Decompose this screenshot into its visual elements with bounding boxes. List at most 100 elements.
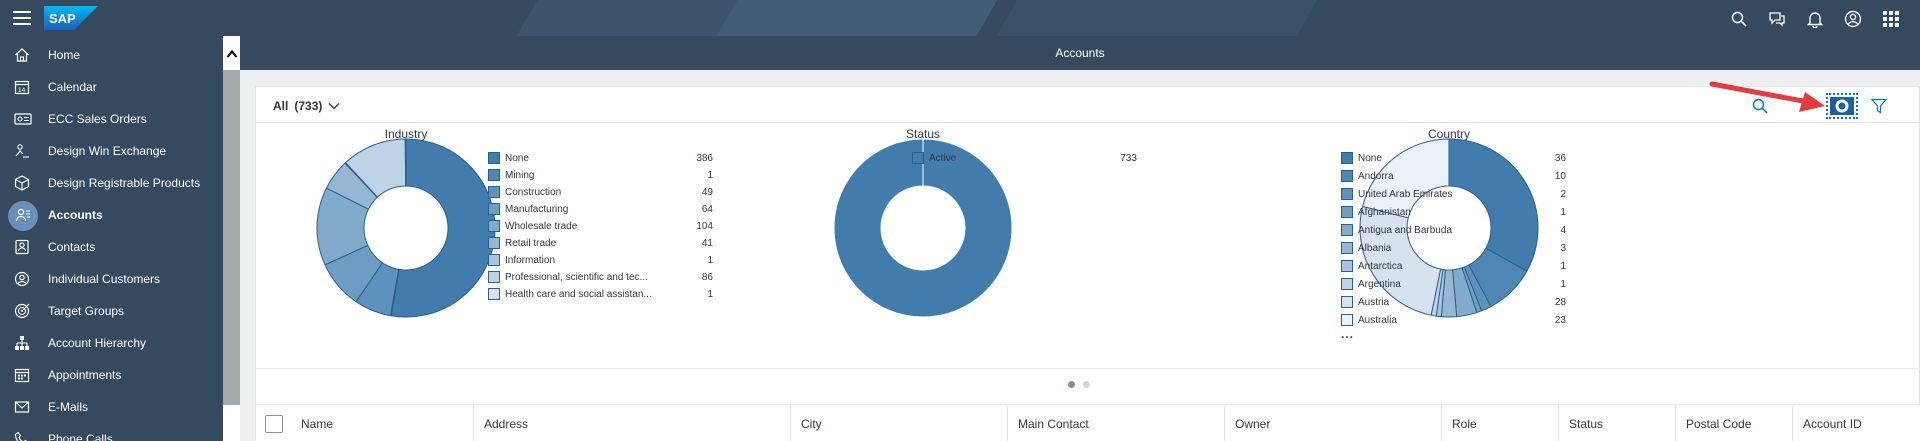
- legend-item[interactable]: Information 1: [488, 253, 713, 267]
- legend-label: Albania: [1358, 242, 1392, 254]
- sidebar-item-design-win-exchange[interactable]: Design Win Exchange: [0, 136, 223, 166]
- sidebar-item-individual-customers[interactable]: Individual Customers: [0, 264, 223, 294]
- legend-more-indicator[interactable]: ...: [1341, 327, 1354, 341]
- column-header-city[interactable]: City: [791, 405, 1008, 441]
- donut-slice[interactable]: [390, 138, 496, 318]
- sidebar-item-calendar[interactable]: 14 Calendar: [0, 72, 223, 102]
- chart-divider: [256, 368, 1920, 369]
- legend-item[interactable]: Andorra 10: [1341, 169, 1566, 183]
- legend-value: 733: [1120, 152, 1137, 164]
- sidebar-item-phone-calls[interactable]: Phone Calls: [0, 424, 223, 441]
- notifications-icon[interactable]: [1800, 6, 1830, 32]
- legend-item[interactable]: Active 733: [912, 151, 1137, 165]
- sidebar-item-home[interactable]: Home: [0, 40, 223, 70]
- user-icon[interactable]: [1838, 6, 1868, 32]
- calendar-icon: 14: [14, 79, 30, 95]
- legend-item[interactable]: Wholesale trade 104: [488, 219, 713, 233]
- legend-item[interactable]: Health care and social assistan... 1: [488, 287, 713, 301]
- sidebar-item-accounts[interactable]: Accounts: [0, 200, 223, 231]
- donut-chart-status[interactable]: [833, 138, 1013, 318]
- apps-grid-icon[interactable]: [1876, 6, 1906, 32]
- hamburger-menu-icon[interactable]: [10, 8, 34, 28]
- column-label: Account ID: [1803, 417, 1862, 431]
- legend-label: Argentina: [1358, 278, 1401, 290]
- chevron-up-icon[interactable]: [223, 44, 240, 64]
- sidebar-item-ecc-sales-orders[interactable]: ECC Sales Orders: [0, 104, 223, 134]
- pager-dot-1[interactable]: [1068, 381, 1075, 388]
- carousel-pager: [1068, 381, 1090, 388]
- pager-dot-2[interactable]: [1083, 381, 1090, 388]
- filter-icon[interactable]: [1866, 95, 1892, 117]
- search-icon[interactable]: [1747, 95, 1773, 117]
- column-label: Main Contact: [1018, 417, 1089, 431]
- svg-text:14: 14: [18, 87, 26, 94]
- sidebar-item-appointments[interactable]: Appointments: [0, 360, 223, 390]
- legend-item[interactable]: Professional, scientific and tec... 86: [488, 270, 713, 284]
- chevron-down-icon: [328, 99, 340, 113]
- legend-item[interactable]: Afghanistan 1: [1341, 205, 1566, 219]
- product-icon: [14, 175, 30, 191]
- email-icon: [14, 399, 30, 415]
- sidebar-item-label: ECC Sales Orders: [48, 112, 147, 126]
- legend-item[interactable]: None 386: [488, 151, 713, 165]
- legend-value: 1: [1560, 278, 1566, 290]
- column-label: Role: [1452, 417, 1477, 431]
- column-header-role[interactable]: Role: [1442, 405, 1559, 441]
- sidebar-item-label: Phone Calls: [48, 432, 113, 441]
- sidebar-item-e-mails[interactable]: E-Mails: [0, 392, 223, 422]
- donut-slice[interactable]: [404, 138, 407, 187]
- legend-item[interactable]: Antarctica 1: [1341, 259, 1566, 273]
- legend-swatch: [1341, 314, 1353, 326]
- legend-value: 1: [1560, 206, 1566, 218]
- legend-item[interactable]: Mining 1: [488, 168, 713, 182]
- table-header: Name Address City Main Contact Owner Rol…: [256, 404, 1920, 441]
- column-header-owner[interactable]: Owner: [1225, 405, 1442, 441]
- view-selector[interactable]: All (733): [273, 99, 340, 113]
- legend-item[interactable]: None 36: [1341, 151, 1566, 165]
- column-header-account-id[interactable]: Account ID: [1793, 405, 1920, 441]
- legend-item[interactable]: Manufacturing 64: [488, 202, 713, 216]
- column-header-status[interactable]: Status: [1559, 405, 1676, 441]
- donut-chart-industry[interactable]: [316, 138, 496, 318]
- column-header-address[interactable]: Address: [474, 405, 791, 441]
- sidebar-item-design-registrable-products[interactable]: Design Registrable Products: [0, 168, 223, 198]
- sidebar-item-contacts[interactable]: Contacts: [0, 232, 223, 262]
- legend-label: Manufacturing: [505, 203, 569, 215]
- nav-scrollbar-thumb[interactable]: [223, 70, 240, 405]
- legend-item[interactable]: United Arab Emirates 2: [1341, 187, 1566, 201]
- legend-item[interactable]: Albania 3: [1341, 241, 1566, 255]
- chart-view-toggle-button[interactable]: [1826, 93, 1858, 119]
- panel-toolbar: All (733): [256, 87, 1920, 123]
- sidebar-item-label: Home: [48, 48, 81, 62]
- legend-item[interactable]: Australia 23: [1341, 313, 1566, 327]
- legend-item[interactable]: Argentina 1: [1341, 277, 1566, 291]
- side-navigation: Home 14 Calendar ECC Sales Orders Design…: [0, 36, 223, 441]
- legend-item[interactable]: Antigua and Barbuda 4: [1341, 223, 1566, 237]
- legend-label: Health care and social assistan...: [505, 288, 652, 300]
- legend-item[interactable]: Retail trade 41: [488, 236, 713, 250]
- legend-item[interactable]: Austria 28: [1341, 295, 1566, 309]
- select-all-checkbox[interactable]: [265, 415, 283, 433]
- column-header-postal-code[interactable]: Postal Code: [1676, 405, 1793, 441]
- column-header-main-contact[interactable]: Main Contact: [1008, 405, 1225, 441]
- sidebar-item-account-hierarchy[interactable]: Account Hierarchy: [0, 328, 223, 358]
- appointments-icon: [14, 367, 30, 383]
- sidebar-item-label: Design Win Exchange: [48, 144, 167, 158]
- sidebar-item-target-groups[interactable]: Target Groups: [0, 296, 223, 326]
- legend-label: Antigua and Barbuda: [1358, 224, 1452, 236]
- legend-value: 41: [701, 237, 713, 249]
- sidebar-item-label: Calendar: [48, 80, 97, 94]
- donut-chart-icon: [1830, 97, 1854, 115]
- legend-swatch: [488, 220, 500, 232]
- legend-value: 3: [1560, 242, 1566, 254]
- column-header-name[interactable]: Name: [291, 405, 474, 441]
- search-icon[interactable]: [1724, 6, 1754, 32]
- legend-value: 386: [696, 152, 713, 164]
- donut-slice[interactable]: [833, 138, 1013, 318]
- column-label: Owner: [1235, 417, 1271, 431]
- feedback-icon[interactable]: [1762, 6, 1792, 32]
- column-label: City: [801, 417, 822, 431]
- legend-item[interactable]: Construction 49: [488, 185, 713, 199]
- sap-logo[interactable]: SAP: [44, 6, 98, 30]
- sidebar-item-label: Individual Customers: [48, 272, 161, 286]
